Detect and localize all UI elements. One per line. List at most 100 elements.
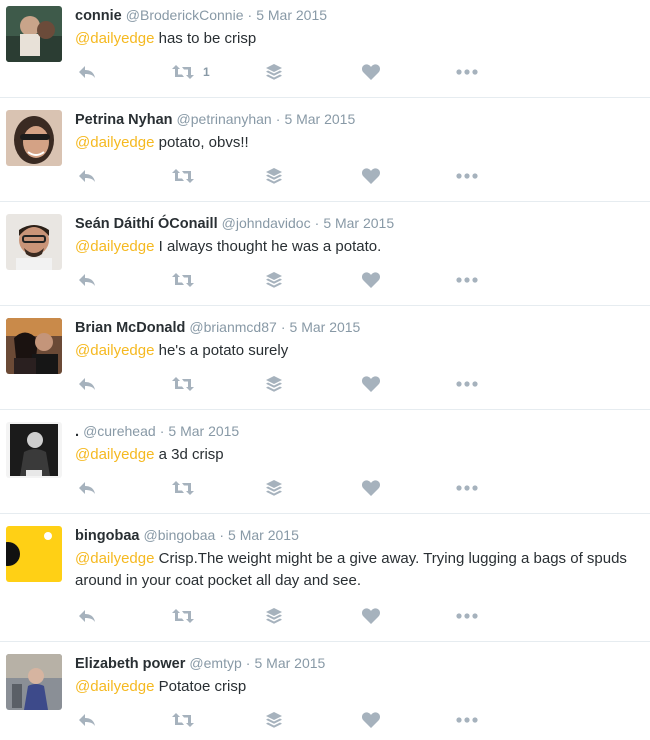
reply-icon [79,482,95,494]
buffer-button[interactable] [265,62,283,82]
tweet-actions [75,710,495,730]
like-button[interactable] [361,606,381,626]
tweet-text: @dailyedge Crisp.The weight might be a g… [75,548,645,592]
buffer-icon [266,168,282,184]
reply-button[interactable] [77,606,97,626]
display-name[interactable]: bingobaa [75,528,139,544]
avatar[interactable] [6,110,62,166]
avatar-image [6,526,62,582]
reply-button[interactable] [77,270,97,290]
like-button[interactable] [361,166,381,186]
like-button[interactable] [361,710,381,730]
avatar[interactable] [6,654,62,710]
buffer-button[interactable] [265,270,283,290]
more-button[interactable] [455,166,479,186]
display-name[interactable]: . [75,424,79,440]
display-name[interactable]: connie [75,8,122,24]
like-icon [361,480,381,496]
user-handle[interactable]: @bingobaa [143,527,215,543]
reply-icon [79,66,95,78]
tweet-date[interactable]: 5 Mar 2015 [255,655,326,671]
mention-link[interactable]: @dailyedge [75,550,154,567]
tweet-header: connie @BroderickConnie · 5 Mar 2015 [75,5,327,26]
user-handle[interactable]: @johndavidoc [222,215,311,231]
mention-link[interactable]: @dailyedge [75,342,154,359]
buffer-icon [266,64,282,80]
retweet-button[interactable] [171,270,203,290]
tweet-actions [75,478,495,498]
tweet-date[interactable]: 5 Mar 2015 [256,7,327,23]
buffer-button[interactable] [265,710,283,730]
avatar[interactable] [6,526,62,582]
like-icon [361,272,381,288]
more-icon [456,485,478,491]
display-name[interactable]: Brian McDonald [75,320,185,336]
reply-icon [79,170,95,182]
tweet-date[interactable]: 5 Mar 2015 [323,215,394,231]
tweet-body: Potatoe crisp [154,678,247,695]
retweet-button[interactable] [171,606,203,626]
avatar[interactable] [6,214,62,270]
retweet-button[interactable] [171,478,203,498]
more-button[interactable] [455,374,479,394]
avatar[interactable] [6,6,62,62]
display-name[interactable]: Petrina Nyhan [75,112,173,128]
tweet-date[interactable]: 5 Mar 2015 [284,111,355,127]
display-name[interactable]: Seán Dáithí ÓConaill [75,216,218,232]
avatar[interactable] [6,422,62,478]
like-button[interactable] [361,270,381,290]
like-icon [361,608,381,624]
buffer-button[interactable] [265,606,283,626]
tweet-body: potato, obvs!! [154,134,249,151]
more-button[interactable] [455,710,479,730]
more-button[interactable] [455,606,479,626]
mention-link[interactable]: @dailyedge [75,238,154,255]
user-handle[interactable]: @curehead [83,423,156,439]
tweet-text: @dailyedge a 3d crisp [75,444,645,466]
buffer-button[interactable] [265,374,283,394]
separator: · [219,527,225,543]
display-name[interactable]: Elizabeth power [75,656,185,672]
retweet-button[interactable] [171,374,203,394]
tweet-date[interactable]: 5 Mar 2015 [168,423,239,439]
user-handle[interactable]: @BroderickConnie [126,7,244,23]
retweet-button[interactable] [171,710,203,730]
tweet-text: @dailyedge he's a potato surely [75,340,645,362]
retweet-button[interactable]: 1 [171,62,210,82]
reply-button[interactable] [77,62,97,82]
reply-button[interactable] [77,710,97,730]
like-button[interactable] [361,374,381,394]
avatar-image [6,110,62,166]
mention-link[interactable]: @dailyedge [75,30,154,47]
tweet-header: bingobaa @bingobaa · 5 Mar 2015 [75,525,299,546]
buffer-button[interactable] [265,166,283,186]
more-button[interactable] [455,270,479,290]
like-button[interactable] [361,478,381,498]
buffer-button[interactable] [265,478,283,498]
retweet-icon [172,169,194,183]
like-button[interactable] [361,62,381,82]
more-icon [456,173,478,179]
tweet-date[interactable]: 5 Mar 2015 [290,319,361,335]
like-icon [361,376,381,392]
avatar[interactable] [6,318,62,374]
user-handle[interactable]: @brianmcd87 [189,319,276,335]
reply-button[interactable] [77,478,97,498]
more-button[interactable] [455,62,479,82]
tweet-body: he's a potato surely [154,342,289,359]
tweet-date[interactable]: 5 Mar 2015 [228,527,299,543]
reply-icon [79,714,95,726]
mention-link[interactable]: @dailyedge [75,678,154,695]
buffer-icon [266,608,282,624]
more-button[interactable] [455,478,479,498]
mention-link[interactable]: @dailyedge [75,446,154,463]
avatar-image [6,318,62,374]
user-handle[interactable]: @emtyp [189,655,241,671]
reply-button[interactable] [77,166,97,186]
tweet-actions [75,270,495,290]
reply-button[interactable] [77,374,97,394]
retweet-button[interactable] [171,166,203,186]
retweet-icon [172,713,194,727]
mention-link[interactable]: @dailyedge [75,134,154,151]
user-handle[interactable]: @petrinanyhan [177,111,272,127]
